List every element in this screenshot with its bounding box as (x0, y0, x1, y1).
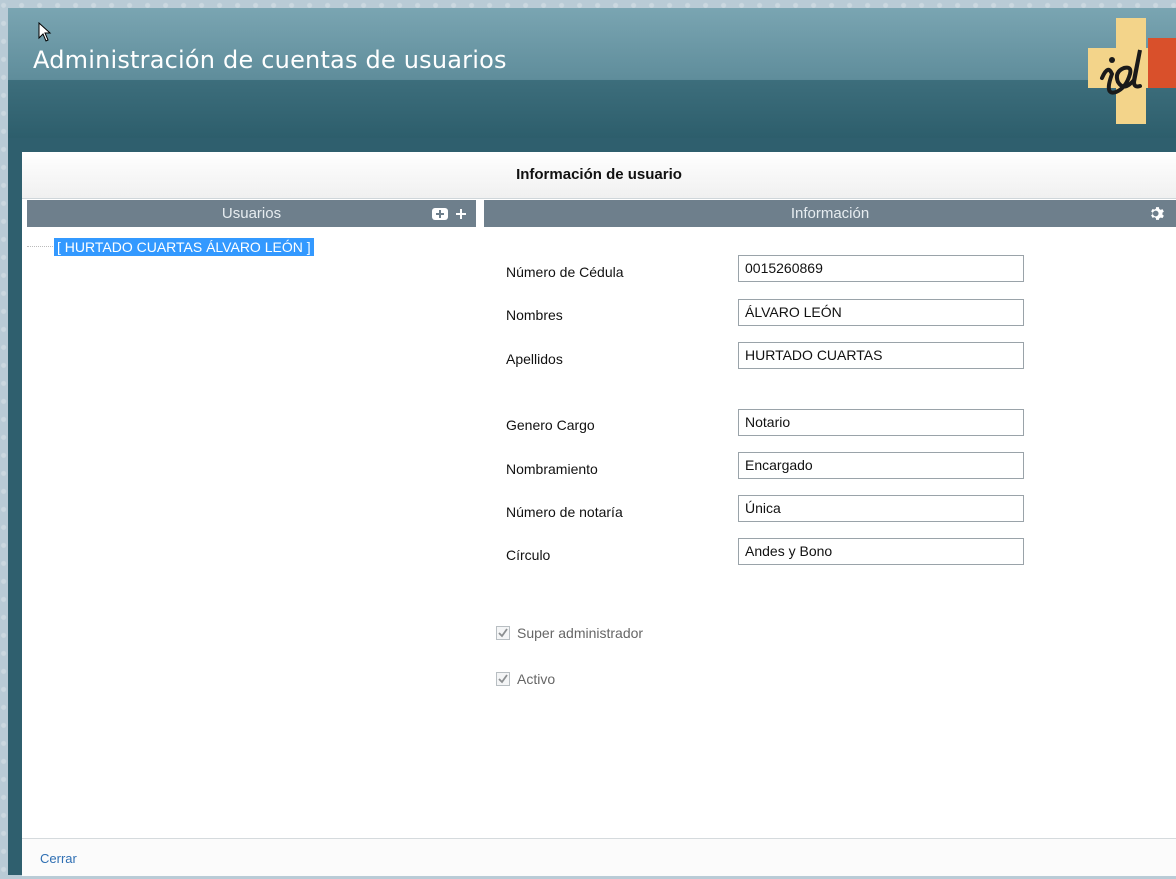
close-link[interactable]: Cerrar (40, 851, 77, 866)
title-bar-band (8, 80, 1176, 138)
users-panel-title: Usuarios (221, 205, 282, 222)
genero-cargo-field[interactable]: Notario (738, 409, 1024, 436)
info-panel-header: Información (484, 200, 1176, 227)
app-logo (1088, 18, 1176, 124)
checkmark-icon (498, 628, 508, 638)
activo-checkbox-row[interactable]: Activo (496, 671, 555, 687)
plus-icon[interactable] (456, 208, 466, 219)
title-bar: Administración de cuentas de usuarios (8, 8, 1176, 138)
super-admin-checkbox-row[interactable]: Super administrador (496, 625, 643, 641)
circulo-label: Círculo (506, 547, 551, 563)
mouse-cursor-icon (38, 22, 52, 42)
cedula-label: Número de Cédula (506, 264, 624, 280)
add-user-icon[interactable] (432, 207, 448, 220)
nombramiento-field[interactable]: Encargado (738, 452, 1024, 479)
numero-notaria-label: Número de notaría (506, 504, 623, 520)
dialog-header: Información de usuario (22, 152, 1176, 199)
nombres-label: Nombres (506, 307, 563, 323)
circulo-field[interactable]: Andes y Bono (738, 538, 1024, 565)
user-info-dialog: Información de usuario Usuarios [ HURTAD… (22, 152, 1176, 876)
cedula-field[interactable]: 0015260869 (738, 255, 1024, 282)
info-panel-title: Información (790, 205, 870, 222)
apellidos-label: Apellidos (506, 351, 563, 367)
activo-checkbox[interactable] (496, 672, 510, 686)
super-admin-label: Super administrador (517, 625, 644, 641)
app-title: Administración de cuentas de usuarios (33, 46, 507, 74)
tree-connector (27, 246, 53, 247)
activo-label: Activo (517, 671, 556, 687)
user-list-item[interactable]: [ HURTADO CUARTAS ÁLVARO LEÓN ] (54, 238, 314, 256)
gear-icon[interactable] (1149, 205, 1166, 222)
app-window: Administración de cuentas de usuarios In… (8, 8, 1176, 876)
users-panel-header: Usuarios (27, 200, 476, 227)
apellidos-field[interactable]: HURTADO CUARTAS (738, 342, 1024, 369)
nombres-field[interactable]: ÁLVARO LEÓN (738, 299, 1024, 326)
super-admin-checkbox[interactable] (496, 626, 510, 640)
genero-cargo-label: Genero Cargo (506, 417, 595, 433)
numero-notaria-field[interactable]: Única (738, 495, 1024, 522)
dialog-footer: Cerrar (22, 838, 1176, 876)
checkmark-icon (498, 674, 508, 684)
nombramiento-label: Nombramiento (506, 461, 598, 477)
